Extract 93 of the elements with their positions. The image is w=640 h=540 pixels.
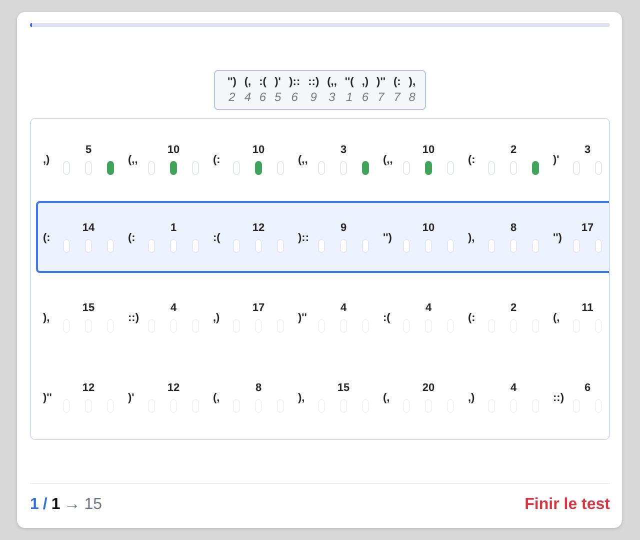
number-label: 2 — [510, 301, 517, 315]
number-label: 6 — [584, 381, 591, 395]
symbol-label: (: — [213, 154, 222, 166]
symbol-label: (, — [213, 392, 221, 404]
symbol-label: )' — [128, 392, 136, 404]
legend-number: 9 — [310, 90, 317, 105]
symbol-label: (, — [553, 312, 561, 324]
number-label: 4 — [170, 301, 177, 315]
number-label: 4 — [340, 301, 347, 315]
symbol-label: ):: — [298, 232, 310, 244]
symbol-label: '') — [383, 232, 393, 244]
number-label: 20 — [422, 381, 435, 395]
legend-number: 6 — [259, 90, 266, 105]
number-label: 2 — [510, 143, 517, 157]
number-label: 4 — [510, 381, 517, 395]
symbol-label: :( — [213, 232, 222, 244]
answer-slot[interactable] — [532, 161, 539, 175]
number-label: 12 — [252, 221, 265, 235]
answer-slot[interactable] — [255, 161, 262, 175]
symbol-label: ,) — [43, 154, 51, 166]
symbol-label: ), — [43, 312, 51, 324]
symbol-label: (, — [383, 392, 391, 404]
number-label: 3 — [584, 143, 591, 157]
symbol-label: ,) — [213, 312, 221, 324]
number-label: 9 — [340, 221, 347, 235]
finish-button[interactable]: Finir le test — [524, 494, 610, 516]
symbol-label: :( — [383, 312, 392, 324]
legend-symbol: ), — [408, 75, 416, 90]
legend-symbol: :( — [259, 75, 266, 90]
legend-symbol: )' — [274, 75, 281, 90]
answer-slot[interactable] — [107, 161, 114, 175]
symbol-label: (: — [128, 232, 136, 244]
number-label: 10 — [422, 143, 435, 157]
number-label: 10 — [167, 143, 180, 157]
page-separator: / — [42, 496, 48, 514]
next-count: 15 — [84, 496, 102, 514]
number-label: 17 — [252, 301, 265, 315]
number-label: 10 — [252, 143, 265, 157]
symbol-label: ), — [298, 392, 306, 404]
number-label: 15 — [82, 301, 95, 315]
legend-symbol: ):: — [289, 75, 300, 90]
legend-number: 7 — [394, 90, 400, 105]
symbol-label: (: — [468, 312, 476, 324]
legend-number: 3 — [328, 90, 336, 105]
legend-symbol: (,, — [327, 75, 337, 90]
number-label: 12 — [167, 381, 180, 395]
legend-symbol: (: — [393, 75, 401, 90]
total-pages: 1 — [51, 496, 60, 514]
legend-symbol: '') — [227, 75, 236, 90]
legend-number: 1 — [346, 90, 353, 105]
number-label: 3 — [340, 143, 347, 157]
answer-slot[interactable] — [170, 161, 177, 175]
number-label: 12 — [82, 381, 95, 395]
symbol-label: )'' — [43, 392, 53, 404]
legend-number: 4 — [244, 90, 252, 105]
symbol-label: (,, — [383, 154, 394, 166]
symbol-label: ), — [468, 232, 476, 244]
symbol-label: '') — [553, 232, 563, 244]
symbol-label: ,) — [468, 392, 476, 404]
number-label: 10 — [422, 221, 435, 235]
legend-number: 7 — [378, 90, 384, 105]
legend-symbol: ,) — [362, 75, 369, 90]
legend-symbol: (, — [244, 75, 252, 90]
answer-row[interactable]: ,) 5 (,, 10 (: 10 (,, 3 (,, 10 (: 2 )' 3 — [36, 119, 609, 199]
legend-number: 8 — [408, 90, 416, 105]
number-label: 14 — [82, 221, 95, 235]
number-label: 8 — [255, 381, 262, 395]
legend-number: 2 — [228, 90, 236, 105]
symbol-label: ::) — [553, 392, 565, 404]
legend-symbol: )'' — [376, 75, 386, 90]
legend-symbol: ::) — [308, 75, 320, 90]
symbol-label: (: — [43, 232, 52, 244]
symbol-label: )'' — [298, 312, 308, 324]
symbol-label: )' — [553, 154, 560, 166]
number-label: 4 — [425, 301, 432, 315]
legend-number: 5 — [274, 90, 282, 105]
current-page: 1 — [30, 496, 39, 514]
number-label: 11 — [582, 301, 594, 315]
legend-number: 6 — [291, 90, 298, 105]
symbol-label: (: — [468, 154, 476, 166]
number-label: 17 — [581, 221, 594, 235]
answer-slot[interactable] — [425, 161, 432, 175]
number-label: 15 — [337, 381, 350, 395]
symbol-label: (,, — [298, 154, 309, 166]
symbol-label: (,, — [128, 154, 139, 166]
symbol-label: ::) — [128, 312, 140, 324]
answer-slot[interactable] — [362, 161, 369, 175]
number-label: 5 — [85, 143, 92, 157]
number-label: 1 — [170, 221, 177, 235]
legend-number: 6 — [362, 90, 369, 105]
legend-symbol: ''( — [344, 75, 354, 90]
number-label: 8 — [510, 221, 517, 235]
arrow-glyph: → — [64, 496, 80, 514]
